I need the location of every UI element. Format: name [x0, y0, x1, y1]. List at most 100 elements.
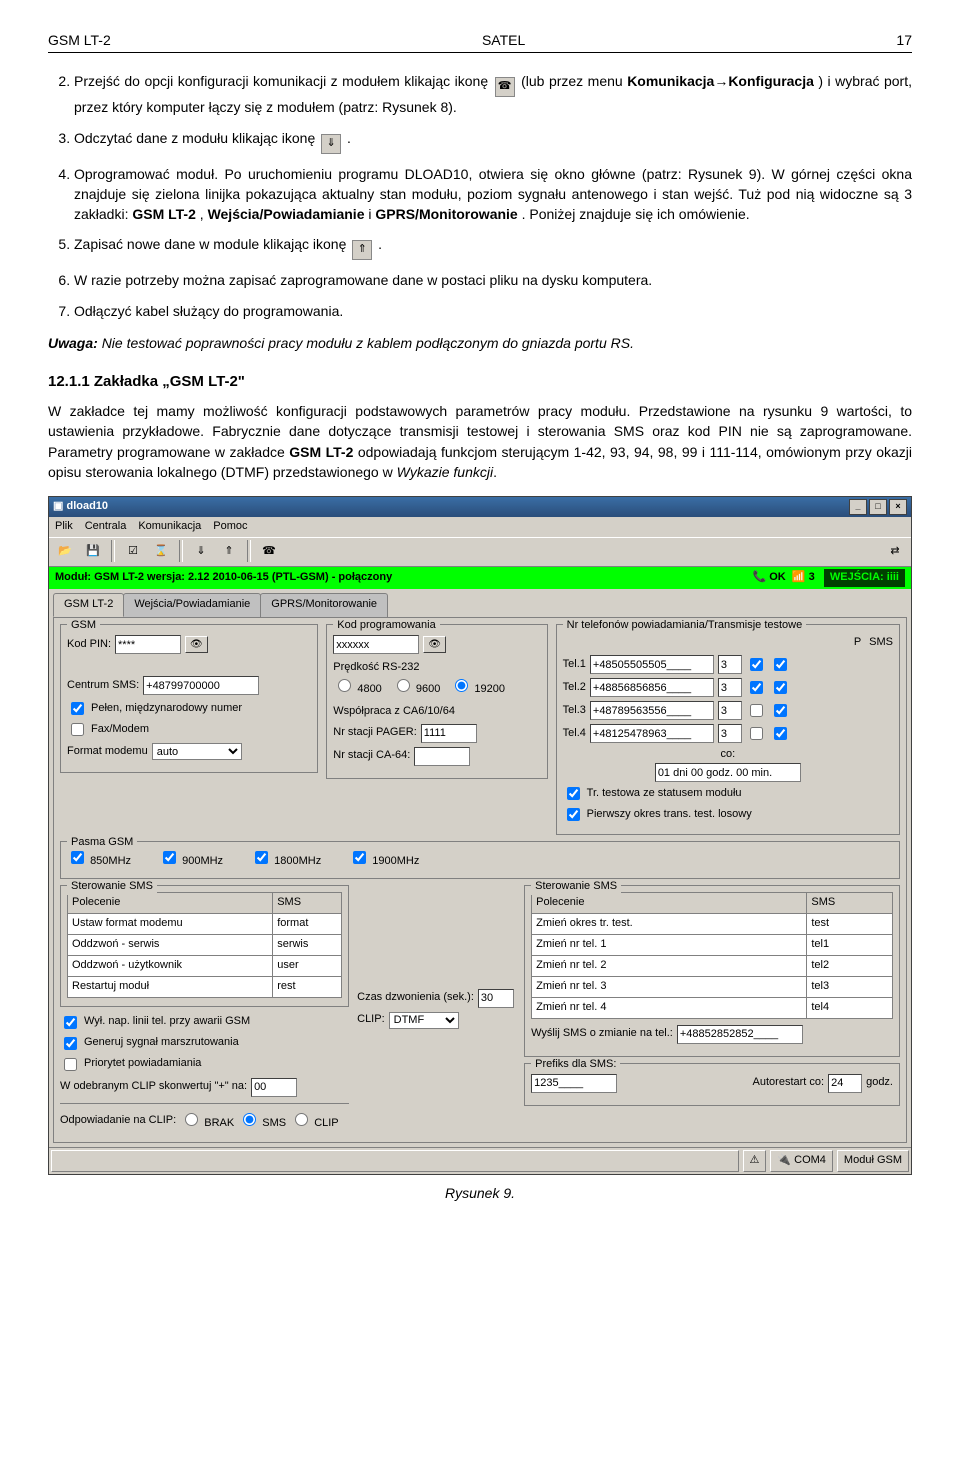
table-row[interactable]: serwis	[273, 934, 342, 955]
table-row[interactable]: Restartuj moduł	[68, 976, 273, 997]
kod-prog-input[interactable]	[333, 635, 419, 654]
co-input[interactable]	[655, 763, 801, 782]
menu-path: Komunikacja→Konfiguracja	[627, 73, 814, 89]
tel-sms-1[interactable]	[774, 658, 787, 671]
radio-sms[interactable]: SMS	[238, 1110, 286, 1132]
czas-dzw-input[interactable]	[478, 989, 514, 1008]
table-row[interactable]: rest	[273, 976, 342, 997]
radio-clip[interactable]: CLIP	[290, 1110, 339, 1132]
pin-reveal-button[interactable]: 👁	[185, 636, 208, 653]
tel-p-1[interactable]	[750, 658, 763, 671]
table-row[interactable]: Ustaw format modemu	[68, 913, 273, 934]
wyslij-sms-input[interactable]	[677, 1025, 803, 1044]
menu-komunikacja[interactable]: Komunikacja	[138, 519, 201, 535]
chk-900[interactable]: 900MHz	[159, 848, 223, 870]
group-title: Kod programowania	[333, 618, 439, 634]
text: (lub przez menu	[521, 73, 627, 89]
ca64-input[interactable]	[414, 747, 470, 766]
table-ster-1: PolecenieSMS Ustaw format modemuformatOd…	[67, 892, 342, 998]
chk-pelen[interactable]	[71, 702, 84, 715]
table-row[interactable]: tel3	[807, 976, 893, 997]
menu-plik[interactable]: Plik	[55, 519, 73, 535]
close-button[interactable]: ×	[889, 499, 907, 515]
kod-prog-reveal-button[interactable]: 👁	[423, 636, 446, 653]
clip-label: CLIP:	[357, 1012, 385, 1028]
radio-9600[interactable]: 9600	[392, 676, 441, 698]
header-right: 17	[896, 30, 912, 50]
tel-input-2[interactable]	[590, 678, 714, 697]
czas-dzw-label: Czas dzwonienia (sek.):	[357, 990, 474, 1006]
table-row[interactable]: Zmień nr tel. 4	[532, 997, 807, 1018]
table-row[interactable]: format	[273, 913, 342, 934]
tel-p-4[interactable]	[750, 727, 763, 740]
chk-generuj-label: Generuj sygnał marszrutowania	[84, 1035, 239, 1051]
clip-konw-input[interactable]	[251, 1078, 297, 1097]
table-row[interactable]: Oddzwoń - serwis	[68, 934, 273, 955]
table-row[interactable]: Zmień nr tel. 3	[532, 976, 807, 997]
format-modemu-select[interactable]: auto	[152, 743, 242, 760]
tb-open-icon[interactable]: 📂	[53, 540, 77, 564]
tel-p-2[interactable]	[750, 681, 763, 694]
tab-gsm-lt2[interactable]: GSM LT-2	[53, 593, 124, 617]
tb-checks-icon[interactable]: ☑	[121, 540, 145, 564]
table-row[interactable]: tel2	[807, 955, 893, 976]
tel-label: Tel.4	[563, 726, 586, 742]
group-kod-prog: Kod programowania 👁 Prędkość RS-232 4800…	[326, 624, 547, 779]
sms-header: SMS	[869, 635, 893, 651]
chk-1900[interactable]: 1900MHz	[349, 848, 419, 870]
chk-generuj[interactable]	[64, 1037, 77, 1050]
tel-count-3[interactable]	[718, 701, 742, 720]
prefiks-input[interactable]	[531, 1074, 617, 1093]
tel-p-3[interactable]	[750, 704, 763, 717]
menu-pomoc[interactable]: Pomoc	[213, 519, 247, 535]
italic-inline: Wykazie funkcji	[397, 464, 493, 480]
tel-count-4[interactable]	[718, 724, 742, 743]
tel-sms-3[interactable]	[774, 704, 787, 717]
clip-select[interactable]: DTMF	[389, 1012, 459, 1029]
tel-count-2[interactable]	[718, 678, 742, 697]
chk-wyl[interactable]	[64, 1016, 77, 1029]
tb-read-icon[interactable]: ⇓	[189, 540, 213, 564]
table-row[interactable]: Zmień okres tr. test.	[532, 913, 807, 934]
tel-input-1[interactable]	[590, 655, 714, 674]
tel-input-4[interactable]	[590, 724, 714, 743]
table-row[interactable]: Zmień nr tel. 2	[532, 955, 807, 976]
tab-gprs[interactable]: GPRS/Monitorowanie	[260, 593, 388, 617]
table-row[interactable]: tel1	[807, 934, 893, 955]
radio-brak[interactable]: BRAK	[180, 1110, 234, 1132]
chk-priorytet[interactable]	[64, 1058, 77, 1071]
tb-event-icon[interactable]: ⌛	[149, 540, 173, 564]
tab-wejscia[interactable]: Wejścia/Powiadamianie	[123, 593, 261, 617]
kod-pin-input[interactable]	[115, 635, 181, 654]
chk-pierwszy-label: Pierwszy okres trans. test. losowy	[587, 807, 752, 823]
th-sms: SMS	[273, 892, 342, 913]
centrum-sms-input[interactable]	[143, 676, 259, 695]
chk-1800[interactable]: 1800MHz	[251, 848, 321, 870]
chk-fax[interactable]	[71, 723, 84, 736]
minimize-button[interactable]: _	[849, 499, 867, 515]
chk-850[interactable]: 850MHz	[67, 848, 131, 870]
tel-sms-2[interactable]	[774, 681, 787, 694]
radio-19200[interactable]: 19200	[450, 676, 505, 698]
menu-centrala[interactable]: Centrala	[85, 519, 127, 535]
table-row[interactable]: Oddzwoń - użytkownik	[68, 955, 273, 976]
table-row[interactable]: Zmień nr tel. 1	[532, 934, 807, 955]
note-text: Nie testować poprawności pracy modułu z …	[102, 335, 634, 351]
tel-input-3[interactable]	[590, 701, 714, 720]
table-row[interactable]: test	[807, 913, 893, 934]
tb-save-icon[interactable]: 💾	[81, 540, 105, 564]
tel-count-1[interactable]	[718, 655, 742, 674]
autorestart-input[interactable]	[828, 1074, 862, 1093]
table-row[interactable]: tel4	[807, 997, 893, 1018]
tab-name: Wejścia/Powiadamianie	[208, 206, 365, 222]
chk-pierwszy[interactable]	[567, 808, 580, 821]
tb-write-icon[interactable]: ⇑	[217, 540, 241, 564]
tb-modem-icon[interactable]: ☎	[257, 540, 281, 564]
table-row[interactable]: user	[273, 955, 342, 976]
pager-input[interactable]	[421, 724, 477, 743]
radio-4800[interactable]: 4800	[333, 676, 382, 698]
tb-connect-icon[interactable]: ⇄	[883, 540, 907, 564]
tel-sms-4[interactable]	[774, 727, 787, 740]
maximize-button[interactable]: □	[869, 499, 887, 515]
chk-tr-test[interactable]	[567, 787, 580, 800]
